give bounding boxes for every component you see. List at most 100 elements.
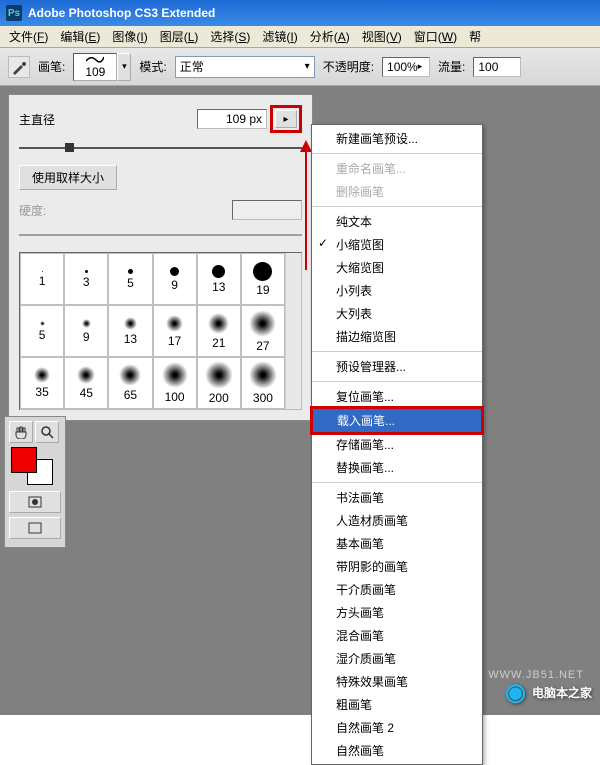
brush-size-label: 109 [85,65,105,79]
menu-item[interactable]: 滤镜(I) [257,26,302,47]
menu-item[interactable]: 复位画笔... [312,385,482,408]
menu-item[interactable]: 自然画笔 [312,739,482,762]
menu-item[interactable]: 小列表 [312,279,482,302]
menu-item[interactable]: 纯文本 [312,210,482,233]
brush-preset-cell[interactable]: 13 [64,409,108,410]
hardness-input[interactable] [232,200,302,220]
menu-item-highlight: 载入画笔... [310,406,484,435]
menu-separator [312,351,482,352]
brush-preset-cell[interactable]: 27 [241,305,285,357]
menu-item[interactable]: 基本画笔 [312,532,482,555]
brush-preset-cell[interactable]: 5 [20,305,64,357]
brush-preset-size-label: 3 [83,275,90,289]
grid-scrollbar[interactable] [285,253,301,409]
hardness-slider[interactable] [19,228,302,242]
mode-label: 模式: [139,58,166,75]
brush-preset-cell[interactable]: 17 [153,305,197,357]
menu-item[interactable]: 大列表 [312,302,482,325]
brush-preset-cell[interactable]: 45 [64,357,108,409]
menu-item[interactable]: 图像(I) [107,26,152,47]
brush-preset-cell[interactable]: 3 [64,253,108,305]
flyout-menu-button[interactable]: ▸ [275,110,297,128]
menu-item[interactable]: 特殊效果画笔 [312,670,482,693]
flow-value: 100 [478,60,498,74]
menu-item: 重命名画笔... [312,157,482,180]
brush-preset-size-label: 5 [127,276,134,290]
brush-dropdown-arrow[interactable]: ▾ [117,53,131,81]
menu-item[interactable]: 图层(L) [155,26,204,47]
hardness-label: 硬度: [19,202,79,219]
menu-separator [312,482,482,483]
brush-tool-icon[interactable] [8,56,30,78]
opacity-arrow-icon[interactable]: ▸ [418,61,425,72]
brush-preset-cell[interactable]: 45 [197,409,241,410]
brush-preset-cell[interactable]: 17 [153,409,197,410]
brush-preview[interactable]: 109 [73,53,117,81]
hand-tool-icon[interactable] [9,421,33,443]
brush-preset-cell[interactable]: 5 [108,253,152,305]
brush-preset-cell[interactable]: 19 [108,409,152,410]
menu-item[interactable]: 湿介质画笔 [312,647,482,670]
brush-preset-cell[interactable]: 9 [153,253,197,305]
menu-item[interactable]: 混合画笔 [312,624,482,647]
menu-item[interactable]: 分析(A) [305,26,355,47]
brush-preset-grid: 1359131959131721273545651002003009131917… [19,252,302,410]
brush-preset-size-label: 21 [212,336,225,350]
menu-item[interactable]: 新建画笔预设... [312,127,482,150]
screen-mode-icon[interactable] [9,517,61,539]
menu-item[interactable]: 窗口(W) [409,26,462,47]
menu-item[interactable]: 描边缩览图 [312,325,482,348]
menu-item[interactable]: 带阴影的画笔 [312,555,482,578]
brush-preset-cell[interactable]: 100 [153,357,197,409]
brush-preset-cell[interactable]: 9 [20,409,64,410]
quickmask-icon[interactable] [9,491,61,513]
brush-preset-size-label: 100 [165,390,185,404]
brush-preset-size-label: 17 [168,334,181,348]
brush-preset-size-label: 300 [253,391,273,405]
brush-preset-cell[interactable]: 9 [64,305,108,357]
tool-palette-fragment [4,416,66,548]
foreground-color-swatch[interactable] [11,447,37,473]
brush-preset-size-label: 65 [124,388,137,402]
menu-item[interactable]: 书法画笔 [312,486,482,509]
brush-preset-cell[interactable]: 19 [241,253,285,305]
brush-preset-size-label: 13 [124,332,137,346]
brush-preset-cell[interactable]: 300 [241,357,285,409]
diameter-slider[interactable] [19,141,302,155]
opacity-input[interactable]: 100% ▸ [382,57,430,77]
brush-preset-cell[interactable]: 35 [20,357,64,409]
menu-item[interactable]: 编辑(E) [55,26,105,47]
mode-select[interactable]: 正常 [175,56,315,78]
app-icon: Ps [6,5,22,21]
menu-item[interactable]: 文件(F) [4,26,53,47]
brush-preset-size-label: 5 [39,328,46,342]
options-bar: 画笔: 109 ▾ 模式: 正常 不透明度: 100% ▸ 流量: 100 [0,48,600,86]
brush-preset-cell[interactable]: 21 [197,305,241,357]
brush-preset-cell[interactable]: 13 [197,253,241,305]
menubar: 文件(F)编辑(E)图像(I)图层(L)选择(S)滤镜(I)分析(A)视图(V)… [0,26,600,48]
brush-preset-cell[interactable]: 65 [241,409,285,410]
menu-item[interactable]: 粗画笔 [312,693,482,716]
zoom-tool-icon[interactable] [35,421,59,443]
brush-preset-cell[interactable]: 65 [108,357,152,409]
menu-item[interactable]: 大缩览图 [312,256,482,279]
menu-item[interactable]: 载入画笔... [313,409,481,432]
menu-item[interactable]: 选择(S) [205,26,255,47]
flow-input[interactable]: 100 [473,57,521,77]
menu-item[interactable]: 视图(V) [357,26,407,47]
use-sampled-size-button[interactable]: 使用取样大小 [19,165,117,190]
menu-item[interactable]: 干介质画笔 [312,578,482,601]
menu-item[interactable]: 小缩览图 [312,233,482,256]
brush-preset-size-label: 13 [212,280,225,294]
menu-item[interactable]: 替换画笔... [312,456,482,479]
brush-preset-cell[interactable]: 13 [108,305,152,357]
menu-item[interactable]: 自然画笔 2 [312,716,482,739]
menu-item[interactable]: 人造材质画笔 [312,509,482,532]
brush-preset-cell[interactable]: 200 [197,357,241,409]
diameter-input[interactable]: 109 px [197,109,267,129]
menu-item[interactable]: 预设管理器... [312,355,482,378]
menu-item[interactable]: 帮 [464,26,486,47]
brush-preset-cell[interactable]: 1 [20,253,64,305]
menu-item[interactable]: 方头画笔 [312,601,482,624]
menu-item[interactable]: 存储画笔... [312,433,482,456]
